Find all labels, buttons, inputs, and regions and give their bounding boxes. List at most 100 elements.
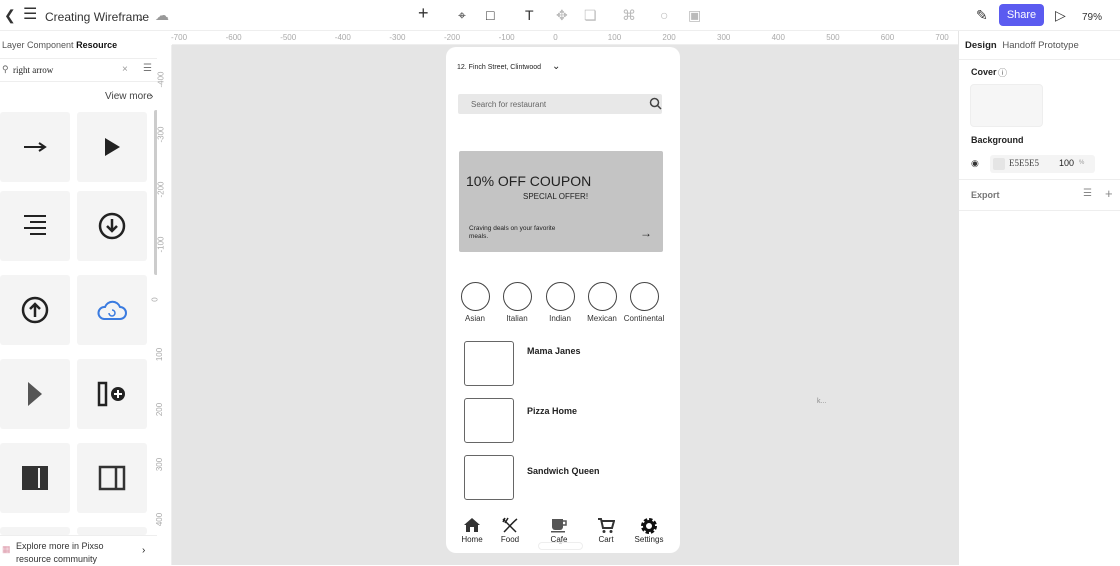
ruler-tick-label: -500 xyxy=(280,33,297,42)
restaurant-thumbnail[interactable] xyxy=(464,398,514,443)
circle-icon[interactable]: ○ xyxy=(660,6,668,24)
cloud-refresh-icon[interactable] xyxy=(77,275,147,345)
ruler-tick-label: 600 xyxy=(880,33,895,42)
ruler-tick-label: 400 xyxy=(771,33,785,42)
ruler-tick-label: 100 xyxy=(155,347,165,362)
tab-design[interactable]: Design xyxy=(965,40,997,51)
chevron-down-icon[interactable]: ⌄ xyxy=(552,61,560,72)
ruler-tick-label: -100 xyxy=(498,33,515,42)
nav-label: Settings xyxy=(634,535,664,544)
ruler-tick-label: 0 xyxy=(553,33,558,42)
restaurant-name[interactable]: Sandwich Queen xyxy=(527,466,600,476)
crop-icon[interactable]: ▣ xyxy=(688,6,701,24)
eye-icon[interactable]: ◉ xyxy=(971,158,979,169)
chevron-down-icon[interactable]: ⌄ xyxy=(137,9,145,27)
restaurant-thumbnail[interactable] xyxy=(464,341,514,386)
zoom-select[interactable]: 79% xyxy=(1082,9,1102,27)
plugin-icon[interactable]: ✎ xyxy=(976,6,988,24)
text-icon[interactable]: T xyxy=(525,6,534,24)
panel-right-icon[interactable] xyxy=(77,443,147,513)
category-circle[interactable] xyxy=(503,282,532,311)
restaurant-name[interactable]: Pizza Home xyxy=(527,406,577,416)
play-icon[interactable]: ▷ xyxy=(1055,6,1066,24)
nav-home[interactable]: Home xyxy=(452,517,492,544)
column-add-icon[interactable] xyxy=(77,359,147,429)
nav-label: Food xyxy=(500,535,520,544)
clear-icon[interactable]: × xyxy=(122,64,128,75)
play-triangle-icon[interactable] xyxy=(77,112,147,182)
fork-knife-icon xyxy=(502,517,518,533)
ruler-tick-label: -200 xyxy=(156,181,166,198)
add-icon[interactable]: + xyxy=(418,4,429,22)
file-title[interactable]: Creating Wireframe xyxy=(45,8,149,26)
component-icon[interactable]: ⌘ xyxy=(622,6,636,24)
category-label[interactable]: Continental xyxy=(619,314,669,323)
view-more-link[interactable]: View more xyxy=(105,91,152,102)
resource-tile[interactable] xyxy=(77,527,147,535)
tab-layer[interactable]: Layer xyxy=(2,40,25,50)
resource-search-input[interactable]: right arrow xyxy=(13,65,53,75)
category-circle[interactable] xyxy=(461,282,490,311)
ruler-tick-label: 200 xyxy=(155,402,165,417)
cover-thumbnail[interactable] xyxy=(970,84,1043,127)
restaurant-name[interactable]: Mama Janes xyxy=(527,346,581,356)
ruler-tick-label: 500 xyxy=(826,33,840,42)
coupon-description: Craving deals on your favorite meals. xyxy=(469,225,556,240)
nav-food[interactable]: Food xyxy=(490,517,530,544)
rectangle-icon[interactable]: □ xyxy=(486,6,494,24)
download-circle-icon[interactable] xyxy=(77,191,147,261)
coupon-subtitle: SPECIAL OFFER! xyxy=(523,192,589,201)
nav-cart[interactable]: Cart xyxy=(586,517,626,544)
nav-cafe[interactable]: Cafe xyxy=(539,517,579,544)
add-export-icon[interactable]: + xyxy=(1105,186,1113,201)
coupon-title: 10% OFF COUPON xyxy=(466,173,592,189)
ruler-tick-label: 700 xyxy=(935,33,949,42)
align-right-lines-icon[interactable] xyxy=(0,191,70,261)
nav-settings[interactable]: Settings xyxy=(629,517,669,544)
settings-sliders-icon[interactable]: ☰ xyxy=(1083,188,1092,199)
right-panel: Design Handoff Prototype Cover ⓘ Backgro… xyxy=(958,31,1120,565)
resource-tile[interactable] xyxy=(0,527,70,535)
coupon-banner[interactable]: 10% OFF COUPON SPECIAL OFFER! Craving de… xyxy=(459,151,663,252)
color-swatch[interactable] xyxy=(993,158,1005,170)
ruler-tick-label: 300 xyxy=(717,33,731,42)
right-arrow-icon[interactable] xyxy=(0,112,70,182)
move-icon[interactable]: ✥ xyxy=(556,6,568,24)
caret-right-icon[interactable] xyxy=(0,359,70,429)
info-icon[interactable]: ⓘ xyxy=(998,66,1007,79)
chevron-right-icon[interactable]: › xyxy=(142,545,145,556)
panel-left-filled-icon[interactable] xyxy=(0,443,70,513)
menu-icon[interactable]: ☰ xyxy=(23,6,37,24)
nav-label: Home xyxy=(461,535,483,544)
chevron-right-icon[interactable]: › xyxy=(150,91,153,102)
category-circle[interactable] xyxy=(546,282,575,311)
search-input[interactable]: Search for restaurant xyxy=(471,100,546,109)
wireframe-frame[interactable]: 12. Finch Street, Clintwood ⌄ Search for… xyxy=(446,47,680,553)
restaurant-thumbnail[interactable] xyxy=(464,455,514,500)
boolean-icon[interactable]: ❏ xyxy=(584,6,597,24)
share-button[interactable]: Share xyxy=(999,4,1044,26)
horizontal-ruler: -700 -600 -500 -400 -300 -200 -100 0 100 200 300 40… xyxy=(171,31,958,45)
category-circle[interactable] xyxy=(630,282,659,311)
right-arrow-icon[interactable]: → xyxy=(640,226,652,240)
ruler-tick-label: -400 xyxy=(334,33,351,42)
back-icon[interactable]: ❮ xyxy=(4,6,16,24)
background-color-field[interactable]: E5E5E5 100 % xyxy=(990,155,1095,173)
tab-resource[interactable]: Resource xyxy=(76,40,117,50)
color-hex[interactable]: E5E5E5 xyxy=(1009,158,1039,168)
frame-icon[interactable]: ⌖ xyxy=(458,6,466,24)
ruler-tick-label: -400 xyxy=(156,71,166,88)
list-view-icon[interactable]: ☰ xyxy=(143,63,152,74)
ruler-tick-label: 400 xyxy=(155,512,165,527)
opacity-value[interactable]: 100 xyxy=(1059,158,1074,168)
search-bar[interactable]: Search for restaurant xyxy=(458,94,662,114)
tab-handoff[interactable]: Handoff xyxy=(1002,40,1035,51)
nav-label: Cafe xyxy=(550,535,568,544)
canvas-label: k... xyxy=(817,398,827,405)
tab-component[interactable]: Component xyxy=(27,40,74,50)
tab-prototype[interactable]: Prototype xyxy=(1038,40,1079,51)
category-circle[interactable] xyxy=(588,282,617,311)
explore-community-link[interactable]: Explore more in Pixso resource community xyxy=(16,540,141,566)
upload-circle-icon[interactable] xyxy=(0,275,70,345)
address-label[interactable]: 12. Finch Street, Clintwood xyxy=(457,64,541,71)
